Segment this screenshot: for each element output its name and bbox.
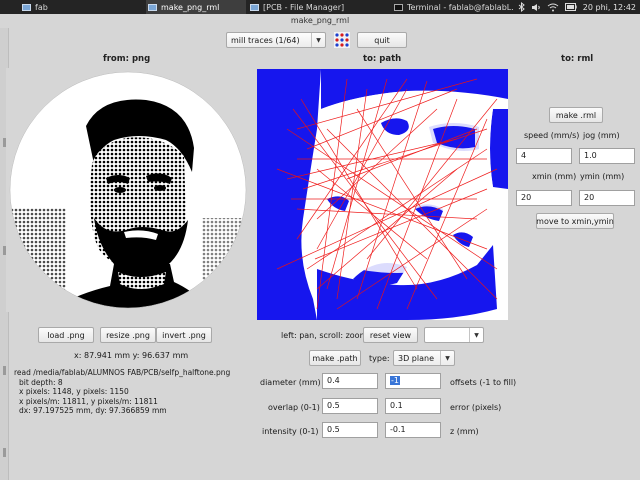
volume-icon[interactable]: [531, 3, 541, 12]
type-label: type:: [369, 354, 390, 363]
taskbar-item-label: make_png_rml: [161, 2, 220, 12]
quit-button[interactable]: quit: [357, 32, 407, 48]
bit-depth-text: bit depth: 8: [19, 377, 63, 387]
bluetooth-icon[interactable]: [518, 2, 525, 12]
png-preview-image: [6, 68, 250, 312]
window-title: make_png_rml: [290, 16, 350, 25]
taskbar-item-label: Terminal - fablab@fablabL...: [407, 2, 514, 12]
pixel-count-text: x pixels: 1148, y pixels: 1150: [19, 387, 129, 396]
battery-icon[interactable]: [564, 3, 577, 11]
diameter-label: diameter (mm): [260, 378, 321, 387]
terminal-icon: [394, 3, 403, 11]
jog-field[interactable]: 1.0: [579, 148, 635, 164]
folder-icon: [250, 3, 259, 11]
move-to-origin-button[interactable]: move to xmin,ymin: [536, 213, 614, 229]
error-label: error (pixels): [450, 403, 502, 412]
intensity-label: intensity (0-1): [262, 427, 319, 436]
error-field[interactable]: 0.1: [385, 398, 441, 414]
taskbar-item-terminal[interactable]: Terminal - fablab@fablabL...: [394, 0, 514, 14]
reset-view-button[interactable]: reset view: [363, 327, 418, 343]
system-taskbar: fab make_png_rml [PCB - File Manager] Te…: [0, 0, 640, 14]
chevron-down-icon: ▼: [469, 328, 483, 342]
taskbar-item-file-manager[interactable]: [PCB - File Manager]: [248, 0, 388, 14]
process-select-value: mill traces (1/64): [231, 35, 300, 45]
jog-label: jog (mm): [583, 131, 620, 140]
pan-zoom-hint: left: pan, scroll: zoom: [281, 331, 368, 340]
make-rml-button[interactable]: make .rml: [549, 107, 603, 123]
offsets-field[interactable]: -1: [385, 373, 441, 389]
chevron-down-icon: ▼: [440, 351, 454, 365]
cursor-coordinates: x: 87.941 mm y: 96.637 mm: [74, 351, 189, 360]
overlap-label: overlap (0-1): [268, 403, 320, 412]
resize-png-button[interactable]: resize .png: [100, 327, 156, 343]
fab-logo-icon: [334, 32, 350, 48]
folder-icon: [22, 3, 31, 11]
z-depth-field[interactable]: -0.1: [385, 422, 441, 438]
view-select[interactable]: ▼: [424, 327, 484, 343]
to-rml-header: to: rml: [561, 54, 594, 64]
xmin-field[interactable]: 20: [516, 190, 572, 206]
ymin-label: ymin (mm): [580, 172, 625, 181]
ymin-field[interactable]: 20: [579, 190, 635, 206]
invert-png-button[interactable]: invert .png: [156, 327, 212, 343]
dimensions-text: dx: 97.197525 mm, dy: 97.366859 mm: [19, 406, 167, 415]
offsets-label: offsets (-1 to fill): [450, 378, 517, 387]
toolpath-preview-canvas[interactable]: [257, 69, 508, 320]
xmin-label: xmin (mm): [532, 172, 577, 181]
window-icon: [148, 3, 157, 11]
overlap-field[interactable]: 0.5: [322, 398, 378, 414]
clock[interactable]: 20 phi, 12:42: [583, 3, 636, 12]
taskbar-item-label: fab: [35, 2, 48, 12]
taskbar-item-make-png-rml[interactable]: make_png_rml: [146, 0, 246, 14]
to-path-header: to: path: [363, 54, 402, 64]
taskbar-item-fab[interactable]: fab: [22, 0, 132, 14]
speed-label: speed (mm/s): [524, 131, 580, 140]
diameter-field[interactable]: 0.4: [322, 373, 378, 389]
side-strip-handle: [3, 448, 6, 457]
side-strip-handle: [3, 366, 6, 375]
load-png-button[interactable]: load .png: [38, 327, 94, 343]
system-tray: 20 phi, 12:42: [518, 0, 636, 14]
png-file-info: read /media/fablab/ALUMNOS FAB/PCB/selfp…: [14, 368, 230, 416]
type-select-value: 3D plane: [398, 353, 434, 363]
type-select[interactable]: 3D plane ▼: [393, 350, 455, 366]
make-path-button[interactable]: make .path: [309, 350, 361, 366]
taskbar-item-label: [PCB - File Manager]: [263, 2, 345, 12]
from-png-header: from: png: [103, 54, 151, 64]
z-depth-label: z (mm): [450, 427, 479, 436]
chevron-down-icon: ▼: [311, 33, 325, 47]
wifi-icon[interactable]: [547, 3, 559, 12]
process-select[interactable]: mill traces (1/64) ▼: [226, 32, 326, 48]
offsets-value: -1: [390, 376, 400, 385]
pixels-per-meter-text: x pixels/m: 11811, y pixels/m: 11811: [19, 396, 158, 406]
speed-field[interactable]: 4: [516, 148, 572, 164]
intensity-field[interactable]: 0.5: [322, 422, 378, 438]
file-path-text: read /media/fablab/ALUMNOS FAB/PCB/selfp…: [14, 368, 231, 377]
